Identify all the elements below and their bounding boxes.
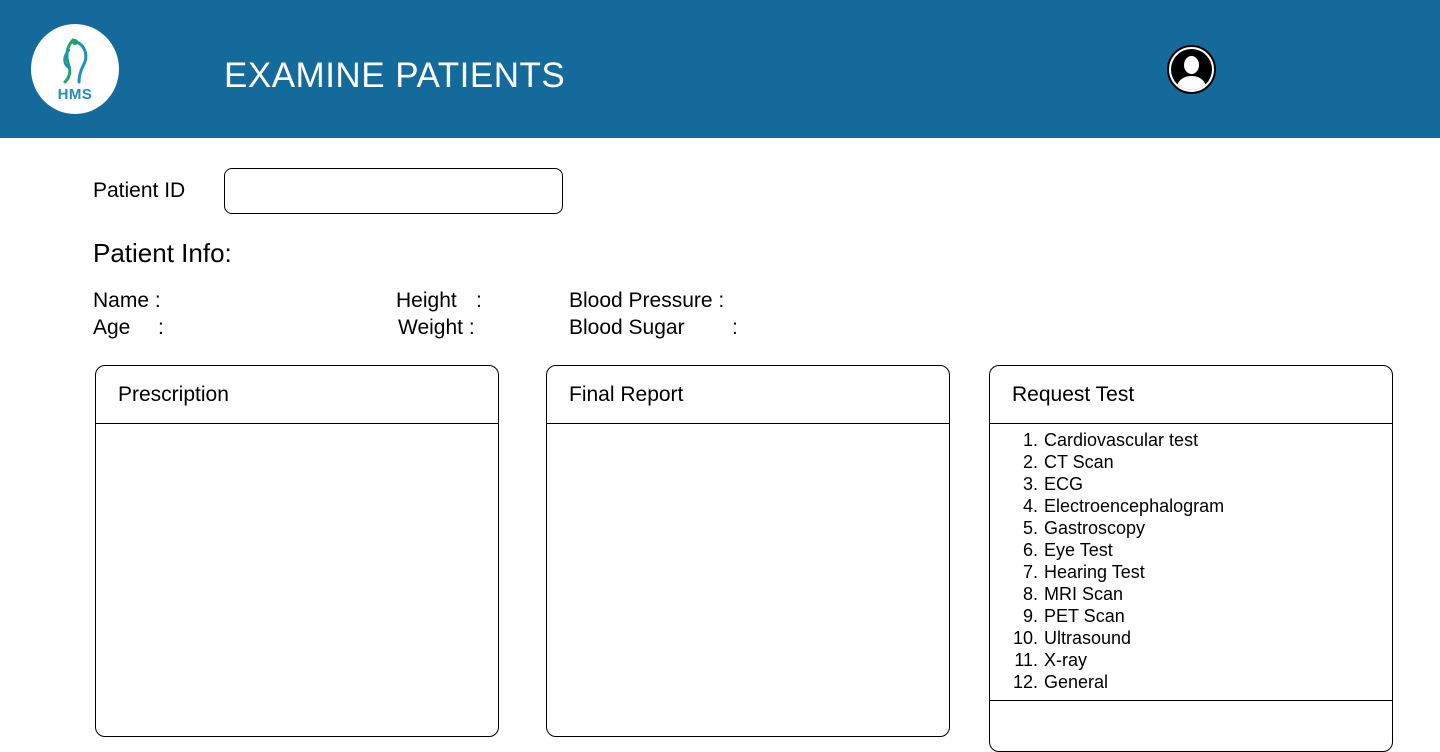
test-item-general[interactable]: 12. General [990, 670, 1392, 692]
weight-label: Weight : [398, 316, 475, 339]
caduceus-icon [63, 38, 88, 84]
prescription-panel: Prescription [95, 365, 499, 737]
test-item-ultrasound[interactable]: 10. Ultrasound [990, 626, 1392, 648]
name-label: Name : [93, 289, 161, 312]
final-report-header: Final Report [547, 366, 949, 424]
blood-pressure-label: Blood Pressure : [569, 289, 725, 312]
blood-sugar-colon: : [732, 316, 738, 339]
test-item-cardiovascular[interactable]: 1. Cardiovascular test [990, 428, 1392, 450]
examine-patients-page: HMS EXAMINE PATIENTS Patient ID Patient … [0, 0, 1440, 752]
request-test-title: Request Test [1012, 383, 1135, 406]
test-item-electroencephalogram[interactable]: 4. Electroencephalogram [990, 494, 1392, 516]
test-item-gastroscopy[interactable]: 5. Gastroscopy [990, 516, 1392, 538]
test-item-hearing-test[interactable]: 7. Hearing Test [990, 560, 1392, 582]
final-report-title: Final Report [569, 383, 684, 406]
prescription-header: Prescription [96, 366, 498, 424]
test-item-ecg[interactable]: 3. ECG [990, 472, 1392, 494]
age-colon: : [158, 316, 164, 339]
user-silhouette-icon [1171, 49, 1212, 90]
test-item-mri-scan[interactable]: 8. MRI Scan [990, 582, 1392, 604]
request-test-header: Request Test [990, 366, 1392, 424]
request-test-footer[interactable] [990, 700, 1392, 751]
prescription-title: Prescription [118, 383, 229, 406]
hms-logo[interactable]: HMS [31, 24, 119, 114]
prescription-textarea[interactable] [96, 424, 498, 736]
page-title: EXAMINE PATIENTS [224, 56, 566, 95]
patient-id-label: Patient ID [93, 179, 186, 202]
test-item-pet-scan[interactable]: 9. PET Scan [990, 604, 1392, 626]
test-item-ct-scan[interactable]: 2. CT Scan [990, 450, 1392, 472]
final-report-panel: Final Report [546, 365, 950, 737]
header-bar: HMS EXAMINE PATIENTS [0, 0, 1440, 138]
user-avatar[interactable] [1167, 45, 1216, 94]
blood-sugar-label: Blood Sugar [569, 316, 685, 339]
height-colon: : [476, 289, 482, 312]
request-test-panel: Request Test 1. Cardiovascular test 2. CT … [989, 365, 1393, 752]
age-label: Age [93, 316, 131, 339]
test-item-x-ray[interactable]: 11. X-ray [990, 648, 1392, 670]
patient-id-input[interactable] [224, 168, 563, 214]
patient-info-heading: Patient Info: [93, 238, 232, 268]
height-label: Height [396, 289, 457, 312]
test-list: 1. Cardiovascular test 2. CT Scan 3. ECG 4.… [990, 428, 1392, 692]
logo-text: HMS [57, 86, 93, 103]
final-report-textarea[interactable] [547, 424, 949, 736]
test-item-eye-test[interactable]: 6. Eye Test [990, 538, 1392, 560]
